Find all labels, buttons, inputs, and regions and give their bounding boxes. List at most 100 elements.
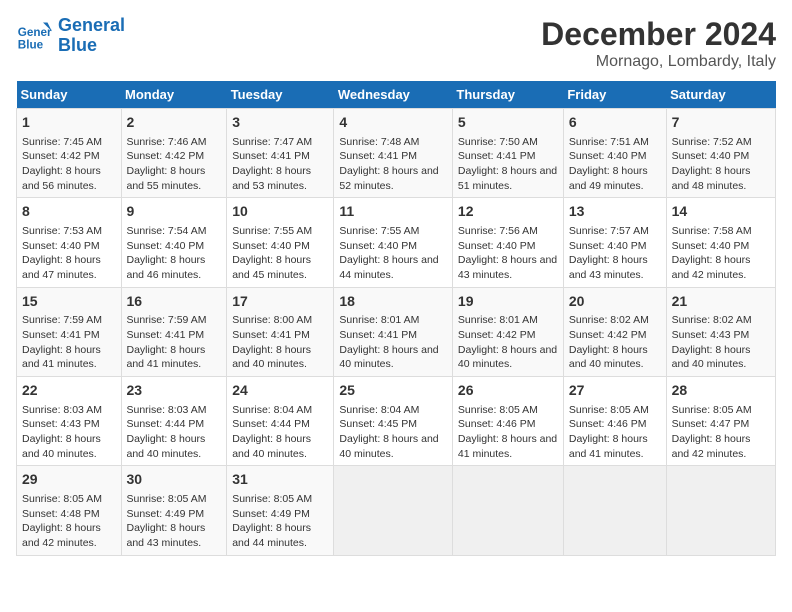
cell-content: Sunrise: 7:59 AMSunset: 4:41 PMDaylight:… xyxy=(22,313,116,372)
calendar-body: 1Sunrise: 7:45 AMSunset: 4:42 PMDaylight… xyxy=(17,109,776,556)
calendar-cell: 8Sunrise: 7:53 AMSunset: 4:40 PMDaylight… xyxy=(17,198,122,287)
day-number: 17 xyxy=(232,292,328,312)
calendar-cell xyxy=(334,466,453,555)
calendar-table: SundayMondayTuesdayWednesdayThursdayFrid… xyxy=(16,81,776,556)
calendar-header-saturday: Saturday xyxy=(666,81,775,109)
cell-content: Sunrise: 8:05 AMSunset: 4:49 PMDaylight:… xyxy=(232,492,328,551)
cell-content: Sunrise: 7:47 AMSunset: 4:41 PMDaylight:… xyxy=(232,135,328,194)
calendar-cell: 14Sunrise: 7:58 AMSunset: 4:40 PMDayligh… xyxy=(666,198,775,287)
calendar-cell: 22Sunrise: 8:03 AMSunset: 4:43 PMDayligh… xyxy=(17,377,122,466)
cell-content: Sunrise: 7:56 AMSunset: 4:40 PMDaylight:… xyxy=(458,224,558,283)
cell-content: Sunrise: 7:50 AMSunset: 4:41 PMDaylight:… xyxy=(458,135,558,194)
calendar-cell: 12Sunrise: 7:56 AMSunset: 4:40 PMDayligh… xyxy=(452,198,563,287)
cell-content: Sunrise: 7:55 AMSunset: 4:40 PMDaylight:… xyxy=(339,224,447,283)
calendar-cell: 23Sunrise: 8:03 AMSunset: 4:44 PMDayligh… xyxy=(121,377,227,466)
calendar-week-row: 1Sunrise: 7:45 AMSunset: 4:42 PMDaylight… xyxy=(17,109,776,198)
calendar-header-thursday: Thursday xyxy=(452,81,563,109)
title-block: December 2024 Mornago, Lombardy, Italy xyxy=(541,16,776,71)
svg-text:General: General xyxy=(18,26,52,39)
cell-content: Sunrise: 7:57 AMSunset: 4:40 PMDaylight:… xyxy=(569,224,661,283)
cell-content: Sunrise: 8:05 AMSunset: 4:46 PMDaylight:… xyxy=(569,403,661,462)
day-number: 11 xyxy=(339,202,447,222)
calendar-cell: 1Sunrise: 7:45 AMSunset: 4:42 PMDaylight… xyxy=(17,109,122,198)
day-number: 8 xyxy=(22,202,116,222)
day-number: 19 xyxy=(458,292,558,312)
day-number: 23 xyxy=(127,381,222,401)
cell-content: Sunrise: 8:04 AMSunset: 4:45 PMDaylight:… xyxy=(339,403,447,462)
cell-content: Sunrise: 8:05 AMSunset: 4:49 PMDaylight:… xyxy=(127,492,222,551)
main-title: December 2024 xyxy=(541,16,776,53)
cell-content: Sunrise: 7:48 AMSunset: 4:41 PMDaylight:… xyxy=(339,135,447,194)
calendar-week-row: 15Sunrise: 7:59 AMSunset: 4:41 PMDayligh… xyxy=(17,287,776,376)
calendar-cell: 7Sunrise: 7:52 AMSunset: 4:40 PMDaylight… xyxy=(666,109,775,198)
cell-content: Sunrise: 8:02 AMSunset: 4:42 PMDaylight:… xyxy=(569,313,661,372)
calendar-cell: 28Sunrise: 8:05 AMSunset: 4:47 PMDayligh… xyxy=(666,377,775,466)
day-number: 27 xyxy=(569,381,661,401)
cell-content: Sunrise: 7:51 AMSunset: 4:40 PMDaylight:… xyxy=(569,135,661,194)
cell-content: Sunrise: 7:52 AMSunset: 4:40 PMDaylight:… xyxy=(672,135,770,194)
day-number: 31 xyxy=(232,470,328,490)
page-header: General Blue General Blue December 2024 … xyxy=(16,16,776,71)
cell-content: Sunrise: 8:04 AMSunset: 4:44 PMDaylight:… xyxy=(232,403,328,462)
day-number: 16 xyxy=(127,292,222,312)
day-number: 18 xyxy=(339,292,447,312)
calendar-cell: 19Sunrise: 8:01 AMSunset: 4:42 PMDayligh… xyxy=(452,287,563,376)
day-number: 13 xyxy=(569,202,661,222)
calendar-week-row: 8Sunrise: 7:53 AMSunset: 4:40 PMDaylight… xyxy=(17,198,776,287)
calendar-cell: 4Sunrise: 7:48 AMSunset: 4:41 PMDaylight… xyxy=(334,109,453,198)
calendar-header-wednesday: Wednesday xyxy=(334,81,453,109)
day-number: 2 xyxy=(127,113,222,133)
day-number: 22 xyxy=(22,381,116,401)
cell-content: Sunrise: 7:45 AMSunset: 4:42 PMDaylight:… xyxy=(22,135,116,194)
calendar-header-friday: Friday xyxy=(563,81,666,109)
cell-content: Sunrise: 8:02 AMSunset: 4:43 PMDaylight:… xyxy=(672,313,770,372)
calendar-cell: 15Sunrise: 7:59 AMSunset: 4:41 PMDayligh… xyxy=(17,287,122,376)
calendar-week-row: 22Sunrise: 8:03 AMSunset: 4:43 PMDayligh… xyxy=(17,377,776,466)
day-number: 9 xyxy=(127,202,222,222)
calendar-cell xyxy=(666,466,775,555)
svg-text:Blue: Blue xyxy=(18,38,44,51)
calendar-cell: 30Sunrise: 8:05 AMSunset: 4:49 PMDayligh… xyxy=(121,466,227,555)
day-number: 1 xyxy=(22,113,116,133)
day-number: 28 xyxy=(672,381,770,401)
calendar-cell: 24Sunrise: 8:04 AMSunset: 4:44 PMDayligh… xyxy=(227,377,334,466)
day-number: 14 xyxy=(672,202,770,222)
day-number: 20 xyxy=(569,292,661,312)
calendar-week-row: 29Sunrise: 8:05 AMSunset: 4:48 PMDayligh… xyxy=(17,466,776,555)
calendar-header-sunday: Sunday xyxy=(17,81,122,109)
calendar-cell xyxy=(452,466,563,555)
cell-content: Sunrise: 8:03 AMSunset: 4:43 PMDaylight:… xyxy=(22,403,116,462)
calendar-cell: 16Sunrise: 7:59 AMSunset: 4:41 PMDayligh… xyxy=(121,287,227,376)
cell-content: Sunrise: 7:59 AMSunset: 4:41 PMDaylight:… xyxy=(127,313,222,372)
subtitle: Mornago, Lombardy, Italy xyxy=(541,53,776,71)
cell-content: Sunrise: 8:01 AMSunset: 4:41 PMDaylight:… xyxy=(339,313,447,372)
day-number: 12 xyxy=(458,202,558,222)
cell-content: Sunrise: 7:53 AMSunset: 4:40 PMDaylight:… xyxy=(22,224,116,283)
calendar-cell: 27Sunrise: 8:05 AMSunset: 4:46 PMDayligh… xyxy=(563,377,666,466)
day-number: 15 xyxy=(22,292,116,312)
cell-content: Sunrise: 7:58 AMSunset: 4:40 PMDaylight:… xyxy=(672,224,770,283)
logo-icon: General Blue xyxy=(16,18,52,54)
logo-line2: Blue xyxy=(58,35,97,55)
cell-content: Sunrise: 8:00 AMSunset: 4:41 PMDaylight:… xyxy=(232,313,328,372)
logo: General Blue General Blue xyxy=(16,16,125,56)
calendar-cell: 29Sunrise: 8:05 AMSunset: 4:48 PMDayligh… xyxy=(17,466,122,555)
day-number: 24 xyxy=(232,381,328,401)
day-number: 4 xyxy=(339,113,447,133)
day-number: 5 xyxy=(458,113,558,133)
calendar-cell: 3Sunrise: 7:47 AMSunset: 4:41 PMDaylight… xyxy=(227,109,334,198)
day-number: 21 xyxy=(672,292,770,312)
cell-content: Sunrise: 8:05 AMSunset: 4:46 PMDaylight:… xyxy=(458,403,558,462)
logo-line1: General xyxy=(58,15,125,35)
calendar-cell: 2Sunrise: 7:46 AMSunset: 4:42 PMDaylight… xyxy=(121,109,227,198)
calendar-cell: 10Sunrise: 7:55 AMSunset: 4:40 PMDayligh… xyxy=(227,198,334,287)
calendar-header-monday: Monday xyxy=(121,81,227,109)
day-number: 25 xyxy=(339,381,447,401)
calendar-cell: 21Sunrise: 8:02 AMSunset: 4:43 PMDayligh… xyxy=(666,287,775,376)
day-number: 6 xyxy=(569,113,661,133)
calendar-cell: 13Sunrise: 7:57 AMSunset: 4:40 PMDayligh… xyxy=(563,198,666,287)
day-number: 29 xyxy=(22,470,116,490)
cell-content: Sunrise: 7:54 AMSunset: 4:40 PMDaylight:… xyxy=(127,224,222,283)
calendar-cell: 26Sunrise: 8:05 AMSunset: 4:46 PMDayligh… xyxy=(452,377,563,466)
cell-content: Sunrise: 8:05 AMSunset: 4:47 PMDaylight:… xyxy=(672,403,770,462)
